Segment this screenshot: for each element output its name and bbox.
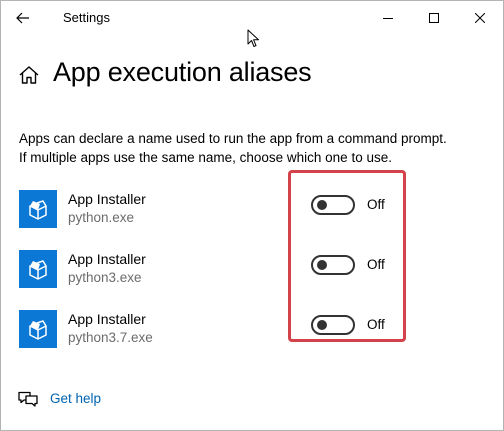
- settings-window: Settings App execution aliases Apps can …: [0, 0, 504, 431]
- chat-help-icon[interactable]: [17, 389, 39, 409]
- close-button[interactable]: [457, 1, 503, 35]
- package-icon: [29, 260, 47, 280]
- home-icon[interactable]: [17, 63, 41, 87]
- app-name: App Installer: [68, 311, 146, 327]
- get-help-link[interactable]: Get help: [50, 391, 101, 406]
- toggle-state-label: Off: [367, 317, 385, 332]
- page-title: App execution aliases: [53, 57, 312, 87]
- package-icon: [29, 320, 47, 340]
- app-tile: [19, 250, 57, 288]
- description-line-2: If multiple apps use the same name, choo…: [19, 150, 392, 165]
- app-tile: [19, 190, 57, 228]
- description-text: Apps can declare a name used to run the …: [19, 129, 489, 167]
- toggle-state-label: Off: [367, 257, 385, 272]
- app-name: App Installer: [68, 251, 146, 267]
- alias-toggle-python3-7[interactable]: [311, 315, 355, 335]
- minimize-button[interactable]: [365, 1, 411, 35]
- toggle-knob: [317, 200, 327, 210]
- toggle-state-label: Off: [367, 197, 385, 212]
- window-title: Settings: [63, 10, 110, 25]
- close-icon: [475, 13, 485, 23]
- alias-exe: python3.exe: [68, 270, 142, 285]
- minimize-icon: [383, 18, 393, 19]
- app-tile: [19, 310, 57, 348]
- app-name: App Installer: [68, 191, 146, 207]
- alias-row-python3: App Installer python3.exe Off: [1, 248, 503, 308]
- alias-exe: python.exe: [68, 210, 135, 225]
- alias-toggle-python[interactable]: [311, 195, 355, 215]
- description-line-1: Apps can declare a name used to run the …: [19, 131, 447, 146]
- alias-row-python3-7: App Installer python3.7.exe Off: [1, 308, 503, 368]
- maximize-button[interactable]: [411, 1, 457, 35]
- toggle-knob: [317, 260, 327, 270]
- back-button[interactable]: [9, 4, 37, 32]
- back-arrow-icon: [16, 12, 29, 24]
- alias-exe: python3.7.exe: [68, 330, 153, 345]
- alias-row-python: App Installer python.exe Off: [1, 188, 503, 248]
- maximize-icon: [429, 13, 439, 23]
- alias-toggle-python3[interactable]: [311, 255, 355, 275]
- mouse-pointer-icon: [247, 29, 259, 47]
- toggle-knob: [317, 320, 327, 330]
- package-icon: [29, 200, 47, 220]
